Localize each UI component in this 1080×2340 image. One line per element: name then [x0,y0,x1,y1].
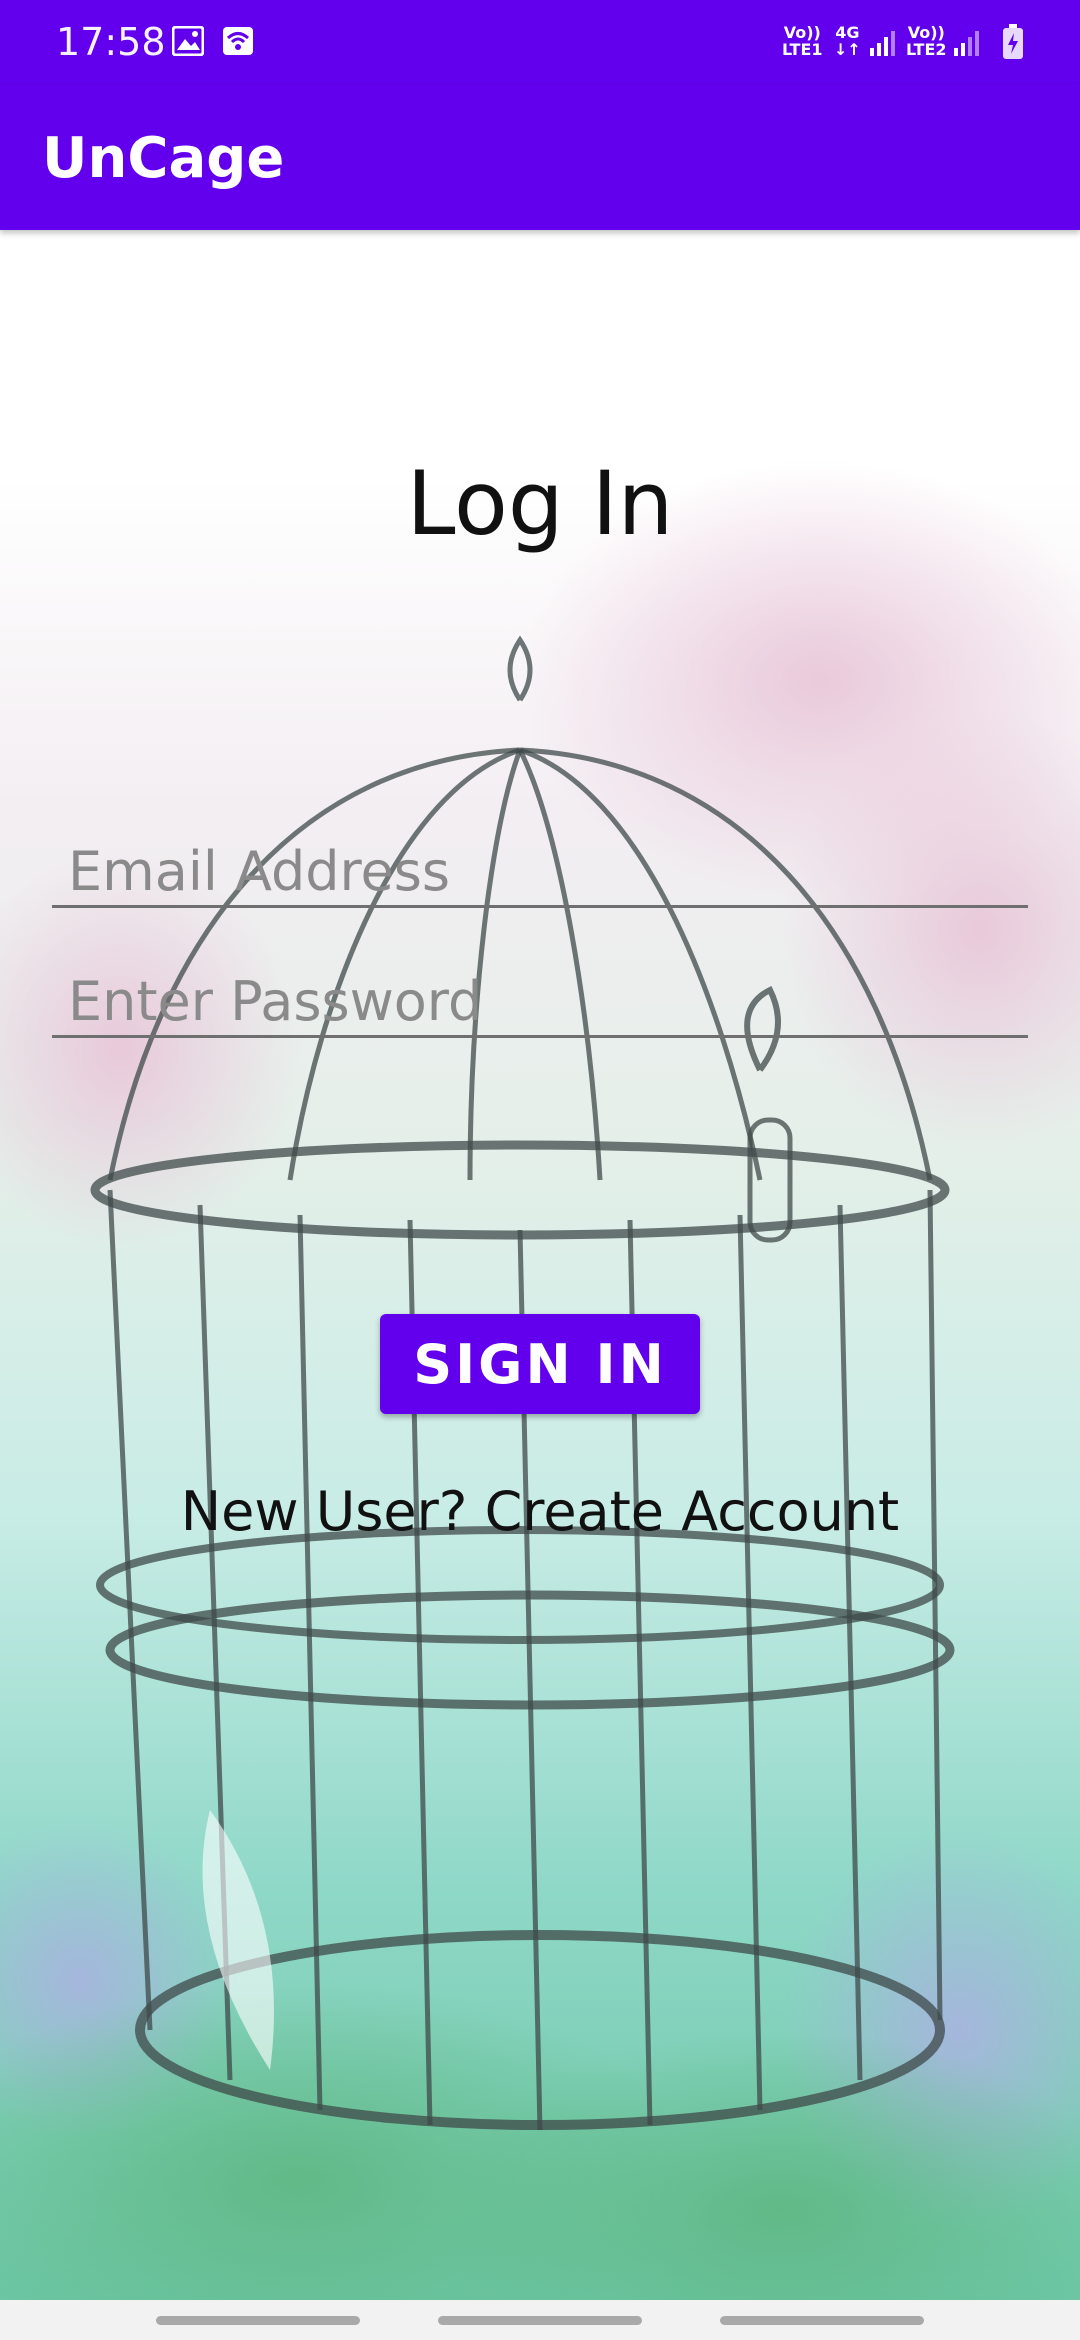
nav-recents-handle[interactable] [156,2316,360,2325]
status-bar: 17:58 Vo)) LTE1 4G ↓↑ Vo)) LTE2 [0,0,1080,84]
login-screen: Log In SIGN IN New User? Create Account [0,230,1080,2300]
sim2-volte-label: Vo)) LTE2 [906,24,947,58]
create-account-link[interactable]: New User? Create Account [0,1480,1080,1543]
password-input[interactable] [52,948,1028,1035]
email-field[interactable] [52,818,1028,908]
email-input[interactable] [52,818,1028,905]
image-icon [171,25,205,61]
signal-strength-icon [868,28,898,63]
network-type-label: 4G ↓↑ [834,24,861,58]
navigation-bar [0,2300,1080,2340]
status-time: 17:58 [56,20,166,64]
battery-charging-icon [1002,24,1024,65]
sim1-volte-label: Vo)) LTE1 [782,24,823,58]
sim2-bottom-text: LTE2 [906,40,947,59]
nav-back-handle[interactable] [720,2316,924,2325]
wifi-icon [222,26,254,61]
app-bar: UnCage [0,84,1080,230]
password-field[interactable] [52,948,1028,1038]
page-title: Log In [406,452,674,555]
sign-in-button[interactable]: SIGN IN [380,1314,700,1414]
sim1-bottom-text: LTE1 [782,40,823,59]
network-bottom-text: ↓↑ [834,40,861,59]
nav-home-handle[interactable] [438,2316,642,2325]
signal-strength-2-icon [952,28,982,63]
app-title: UnCage [42,126,285,191]
